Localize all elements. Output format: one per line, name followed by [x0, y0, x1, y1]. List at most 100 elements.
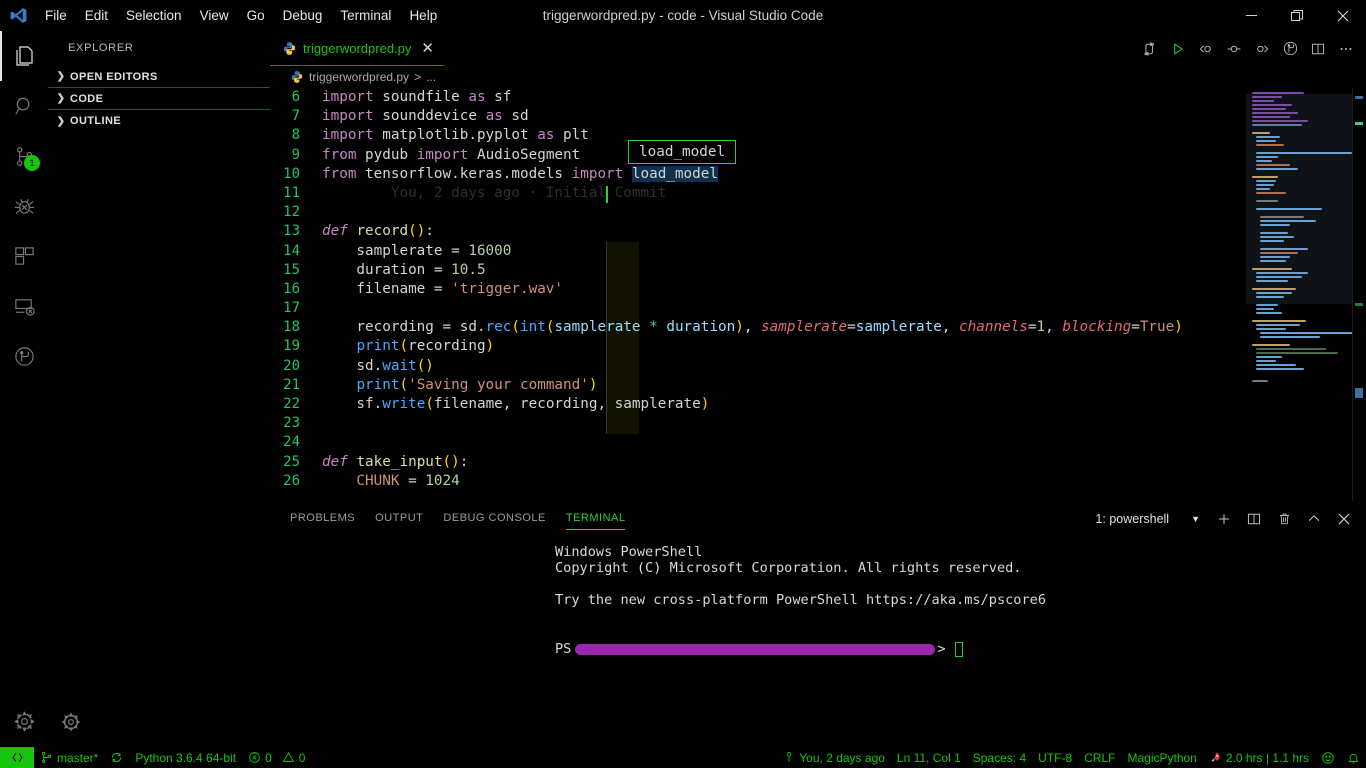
status-errors-warnings[interactable]: 0 0: [242, 747, 311, 768]
new-terminal-icon[interactable]: [1210, 505, 1238, 533]
code-line[interactable]: 7 import sounddevice as sd: [270, 107, 1246, 126]
code-line[interactable]: 26 CHUNK = 1024: [270, 472, 1246, 491]
kill-terminal-icon[interactable]: [1270, 505, 1298, 533]
terminal-selector[interactable]: 1: powershell ▼: [1095, 512, 1208, 526]
sidebar-section-code[interactable]: ❯ CODE: [48, 88, 270, 110]
code-scroll-region[interactable]: 6 import soundfile as sf 7 import sounddevi…: [270, 88, 1246, 501]
suggestion-widget[interactable]: load_model: [628, 140, 737, 164]
code-line[interactable]: 12: [270, 203, 1246, 222]
terminal-prompt-row[interactable]: PS >: [555, 640, 1366, 658]
menu-terminal[interactable]: Terminal: [331, 0, 400, 31]
minimap[interactable]: [1246, 88, 1366, 501]
step-into-icon[interactable]: [1248, 35, 1276, 63]
more-actions-icon[interactable]: [1332, 35, 1360, 63]
maximize-panel-icon[interactable]: [1300, 505, 1328, 533]
split-terminal-run-icon[interactable]: [1136, 35, 1164, 63]
code-line[interactable]: 6 import soundfile as sf: [270, 88, 1246, 107]
split-terminal-icon[interactable]: [1240, 505, 1268, 533]
code-line[interactable]: 10 from tensorflow.keras.models import lo…: [270, 165, 1246, 184]
code-line[interactable]: 25 def take_input():: [270, 453, 1246, 472]
debug-alt-icon[interactable]: [1276, 35, 1304, 63]
close-icon[interactable]: ✕: [421, 41, 434, 56]
chevron-right-icon: ❯: [56, 115, 66, 127]
minimap-line: [1256, 136, 1280, 138]
breadcrumb[interactable]: triggerwordpred.py > ...: [270, 66, 1366, 88]
sidebar-section-outline[interactable]: ❯ OUTLINE: [48, 110, 270, 132]
sidebar-section-open-editors[interactable]: ❯ OPEN EDITORS: [48, 66, 270, 88]
code-line[interactable]: 18 recording = sd.rec(int(samplerate * d…: [270, 318, 1246, 337]
status-feedback[interactable]: [1315, 747, 1341, 768]
status-encoding[interactable]: UTF-8: [1032, 747, 1078, 768]
code-line-list[interactable]: 6 import soundfile as sf 7 import sounddevi…: [270, 88, 1246, 491]
window-controls[interactable]: [1228, 0, 1366, 31]
activity-item-remote[interactable]: [0, 281, 48, 331]
code-line[interactable]: 9 from pydub import AudioSegment: [270, 146, 1246, 165]
panel-tab-debug-console[interactable]: DEBUG CONSOLE: [443, 501, 545, 536]
code-line[interactable]: 14 samplerate = 16000: [270, 242, 1246, 261]
editor-scrollbar[interactable]: [1352, 88, 1366, 501]
code-line[interactable]: 11 You, 2 days ago · Initial Commit: [270, 184, 1246, 203]
step-over-icon[interactable]: [1220, 35, 1248, 63]
status-warning-count: 0: [298, 750, 306, 765]
menu-view[interactable]: View: [191, 0, 238, 31]
activity-item-timeline[interactable]: [0, 331, 48, 381]
code-line[interactable]: 17: [270, 299, 1246, 318]
code-editor[interactable]: 6 import soundfile as sf 7 import sounddevi…: [270, 88, 1366, 501]
code-line[interactable]: 19 print(recording): [270, 337, 1246, 356]
menu-selection[interactable]: Selection: [117, 0, 191, 31]
close-panel-icon[interactable]: [1330, 505, 1358, 533]
suggestion-item-label[interactable]: load_model: [639, 144, 725, 160]
code-line[interactable]: 22 sf.write(filename, recording, sampler…: [270, 395, 1246, 414]
code-line[interactable]: 16 filename = 'trigger.wav': [270, 280, 1246, 299]
breadcrumb-file[interactable]: triggerwordpred.py: [309, 70, 409, 84]
menu-edit[interactable]: Edit: [76, 0, 117, 31]
activity-item-source-control[interactable]: 1: [0, 131, 48, 181]
maximize-restore-button[interactable]: [1274, 0, 1320, 31]
menu-help[interactable]: Help: [400, 0, 446, 31]
status-python-interpreter[interactable]: Python 3.6.4 64-bit: [129, 747, 242, 768]
split-editor-icon[interactable]: [1304, 35, 1332, 63]
menu-debug[interactable]: Debug: [274, 0, 332, 31]
status-cursor-position[interactable]: Ln 11, Col 1: [891, 747, 967, 768]
status-eol[interactable]: CRLF: [1078, 747, 1121, 768]
code-line[interactable]: 23: [270, 414, 1246, 433]
sidebar-settings-button[interactable]: [48, 698, 270, 746]
activity-item-explorer[interactable]: [0, 31, 48, 81]
code-line[interactable]: 15 duration = 10.5: [270, 261, 1246, 280]
breadcrumb-tail[interactable]: ...: [426, 70, 436, 84]
code-line[interactable]: 21 print('Saving your command'): [270, 376, 1246, 395]
status-wakatime[interactable]: 2.0 hrs | 1.1 hrs: [1203, 747, 1315, 768]
menu-bar[interactable]: File Edit Selection View Go Debug Termin…: [36, 0, 446, 31]
status-indentation[interactable]: Spaces: 4: [967, 747, 1032, 768]
minimize-button[interactable]: [1228, 0, 1274, 31]
code-line[interactable]: 13 def record():: [270, 222, 1246, 241]
status-branch[interactable]: master*: [34, 747, 104, 768]
menu-file[interactable]: File: [36, 0, 76, 31]
code-line[interactable]: 24: [270, 433, 1246, 452]
activity-item-debug[interactable]: [0, 181, 48, 231]
activity-item-extensions[interactable]: [0, 231, 48, 281]
chevron-down-icon[interactable]: ▼: [1191, 514, 1200, 524]
terminal-line: Windows PowerShell: [555, 544, 703, 560]
step-back-icon[interactable]: [1192, 35, 1220, 63]
editor-tab-triggerwordpred[interactable]: triggerwordpred.py ✕: [270, 31, 444, 66]
run-icon[interactable]: [1164, 35, 1192, 63]
code-line[interactable]: 8 import matplotlib.pyplot as plt: [270, 126, 1246, 145]
remote-window-icon[interactable]: [0, 746, 34, 768]
code-line[interactable]: 20 sd.wait(): [270, 357, 1246, 376]
close-button[interactable]: [1320, 0, 1366, 31]
minimap-line: [1256, 152, 1352, 154]
status-git-blame[interactable]: You, 2 days ago: [777, 747, 891, 768]
panel-tab-terminal[interactable]: TERMINAL: [565, 501, 626, 536]
panel-tab-output[interactable]: OUTPUT: [375, 501, 423, 536]
panel-tab-problems[interactable]: PROBLEMS: [290, 501, 355, 536]
activity-item-search[interactable]: [0, 81, 48, 131]
menu-go[interactable]: Go: [238, 0, 274, 31]
extensions-icon: [13, 245, 36, 268]
code-line-text: CHUNK = 1024: [322, 472, 460, 489]
activity-item-settings[interactable]: [0, 696, 48, 746]
status-notifications[interactable]: [1341, 747, 1366, 768]
terminal-output[interactable]: Windows PowerShell Copyright (C) Microso…: [270, 536, 1366, 746]
status-language-mode[interactable]: MagicPython: [1121, 747, 1202, 768]
status-sync[interactable]: [104, 747, 129, 768]
